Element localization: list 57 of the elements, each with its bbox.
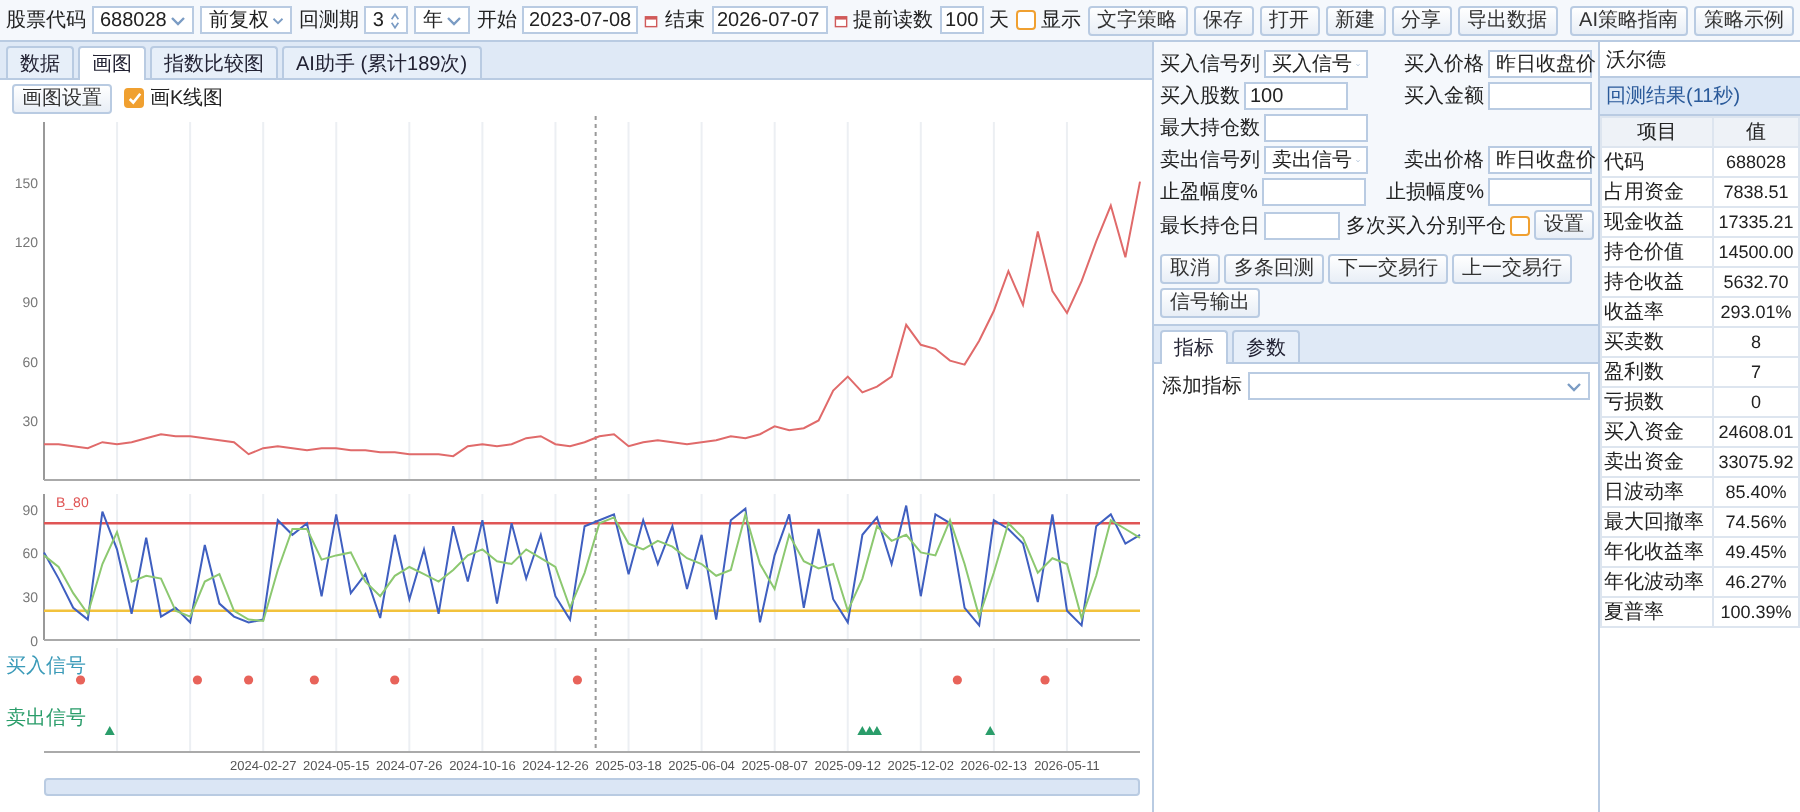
table-cell: 49.45% (1713, 537, 1799, 567)
table-cell: 74.56% (1713, 507, 1799, 537)
field-label: 卖出信号列 (1160, 147, 1260, 174)
field-label: 止损幅度% (1386, 179, 1484, 206)
table-cell: 日波动率 (1601, 477, 1714, 507)
series-label: 买入信号 (6, 656, 86, 678)
column-header: 项目 (1601, 117, 1714, 147)
field-label: 多次买入分别平仓 (1346, 213, 1506, 239)
field-label: 添加指标 (1162, 373, 1242, 400)
table-cell: 夏普率 (1601, 597, 1714, 627)
table-cell: 年化波动率 (1601, 567, 1714, 597)
table-cell: 7838.51 (1713, 177, 1799, 207)
field-label: 止盈幅度% (1160, 179, 1258, 206)
table-cell: 买入资金 (1601, 417, 1714, 447)
table-cell: 占用资金 (1601, 177, 1714, 207)
results-title: 回测结果(11秒) (1600, 78, 1800, 116)
field-label: 买入金额 (1404, 83, 1484, 110)
field-label: 显示 (1041, 8, 1082, 34)
table-cell: 0 (1713, 387, 1799, 417)
table-cell: 46.27% (1713, 567, 1799, 597)
table-cell: 最大回撤率 (1601, 507, 1714, 537)
table-cell: 17335.21 (1713, 207, 1799, 237)
table-cell: 代码 (1601, 147, 1714, 177)
table-cell: 收益率 (1601, 297, 1714, 327)
table-cell: 14500.00 (1713, 237, 1799, 267)
table-cell: 亏损数 (1601, 387, 1714, 417)
field-label: 开始 (476, 8, 517, 34)
series-label: 卖出信号 (6, 708, 86, 730)
table-cell: 年化收益率 (1601, 537, 1714, 567)
column-header: 值 (1713, 117, 1799, 147)
table-cell: 盈利数 (1601, 357, 1714, 387)
field-label: 买入价格 (1404, 51, 1484, 78)
table-cell: 7 (1713, 357, 1799, 387)
table-cell: 100.39% (1713, 597, 1799, 627)
field-label: 画K线图 (150, 85, 224, 112)
field-label: 股票代码 (6, 8, 86, 34)
field-label: 提前读数 (853, 7, 934, 34)
table-cell: 688028 (1713, 147, 1799, 177)
field-label: 买入信号列 (1160, 51, 1260, 78)
table-cell: 持仓收益 (1601, 267, 1714, 297)
field-label: 买入股数 (1160, 83, 1240, 110)
table-cell: 293.01% (1713, 297, 1799, 327)
field-label: 回测期 (298, 7, 359, 34)
table-cell: 5632.70 (1713, 267, 1799, 297)
field-label: 卖出价格 (1404, 147, 1484, 174)
table-cell: 8 (1713, 327, 1799, 357)
table-cell: 现金收益 (1601, 207, 1714, 237)
table-cell: 买卖数 (1601, 327, 1714, 357)
table-cell: 持仓价值 (1601, 237, 1714, 267)
table-cell: 卖出资金 (1601, 447, 1714, 477)
field-label: 最长持仓日 (1160, 213, 1260, 239)
field-label: 最大持仓数 (1160, 115, 1260, 142)
field-label: 结束 (665, 7, 705, 34)
field-label: 天 (989, 8, 1010, 34)
table-cell: 24608.01 (1713, 417, 1799, 447)
table-cell: 85.40% (1713, 477, 1799, 507)
table-cell: 33075.92 (1713, 447, 1799, 477)
